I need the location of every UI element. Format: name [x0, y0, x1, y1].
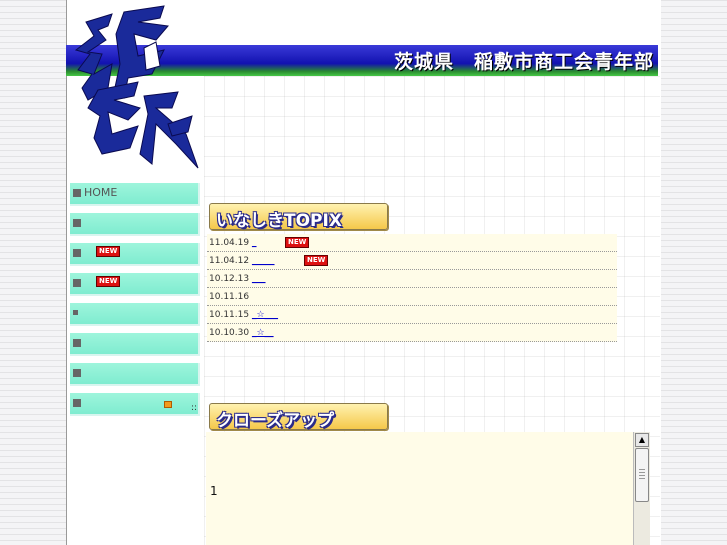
- inashiki-logo[interactable]: 稲敷: [68, 4, 204, 180]
- topix-link[interactable]: _☆___: [252, 306, 278, 325]
- small-text: ::: [191, 403, 198, 413]
- nav-item-home[interactable]: HOME: [70, 183, 200, 206]
- bullet-square-icon: [73, 369, 81, 377]
- new-badge: NEW: [285, 237, 310, 248]
- bullet-square-icon: [73, 399, 81, 407]
- list-item: 10.12.13 ___: [207, 270, 617, 288]
- list-item: 11.04.19 _ NEW: [207, 234, 617, 252]
- nav-item-6[interactable]: [70, 333, 200, 356]
- topix-link[interactable]: _____: [252, 252, 275, 271]
- nav-item-8[interactable]: [70, 393, 200, 416]
- list-item: 10.11.15 _☆___: [207, 306, 617, 324]
- bullet-square-icon: [73, 219, 81, 227]
- closeup-text: 1: [210, 484, 218, 498]
- topix-date: 11.04.12: [209, 256, 250, 266]
- nav-item-label: HOME: [84, 186, 118, 199]
- topix-date: 10.10.30: [209, 328, 250, 338]
- scroll-thumb[interactable]: [635, 448, 649, 502]
- bullet-square-icon: [73, 339, 81, 347]
- topix-date: 11.04.19: [209, 238, 250, 248]
- topix-link[interactable]: ___: [252, 270, 266, 289]
- nav-item-5[interactable]: [70, 303, 200, 326]
- topix-title-text: いなしきTOPIX: [216, 211, 342, 231]
- new-badge: NEW: [96, 276, 121, 287]
- closeup-scrollbar[interactable]: ▲: [633, 432, 650, 545]
- nav-item-7[interactable]: [70, 363, 200, 386]
- bullet-square-icon: [73, 279, 81, 287]
- closeup-title-text: クローズアップ: [216, 411, 335, 431]
- list-item: 11.04.12 _____ NEW: [207, 252, 617, 270]
- topix-link[interactable]: _☆__: [252, 324, 274, 343]
- list-item: 10.11.16: [207, 288, 617, 306]
- sidebar-nav: HOME NEW NEW: [70, 183, 200, 423]
- nav-item-4[interactable]: NEW: [70, 273, 200, 296]
- topix-date: 10.12.13: [209, 274, 250, 284]
- site-title: 茨城県 稲敷市商工会青年部: [393, 51, 654, 73]
- closeup-panel[interactable]: 1 ▲: [206, 432, 650, 545]
- bullet-square-icon: [73, 249, 81, 257]
- list-item: 10.10.30 _☆__: [207, 324, 617, 342]
- orange-square-icon: [164, 401, 172, 408]
- closeup-section-title: クローズアップ: [209, 403, 388, 431]
- topix-list: 11.04.19 _ NEW 11.04.12 _____ NEW 10.12.…: [207, 234, 617, 342]
- topix-date: 10.11.16: [209, 292, 250, 302]
- new-badge: NEW: [304, 255, 329, 266]
- nav-item-3[interactable]: NEW: [70, 243, 200, 266]
- svg-text:稲敷: 稲敷: [68, 4, 70, 5]
- topix-link[interactable]: _: [252, 234, 260, 253]
- bullet-square-icon: [73, 189, 81, 197]
- nav-item-2[interactable]: [70, 213, 200, 236]
- grip-icon: [639, 469, 645, 479]
- topix-section-title: いなしきTOPIX: [209, 203, 388, 231]
- new-badge: NEW: [96, 246, 121, 257]
- scroll-up-arrow-icon[interactable]: ▲: [635, 433, 649, 447]
- bullet-square-icon: [73, 310, 78, 315]
- topix-date: 10.11.15: [209, 310, 250, 320]
